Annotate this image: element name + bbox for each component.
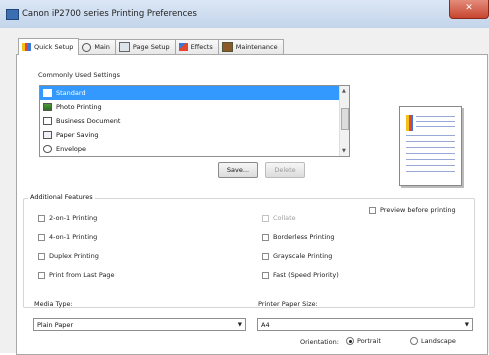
save-button[interactable]: Save...	[218, 162, 258, 178]
tab-quick-setup[interactable]: Quick Setup	[18, 38, 80, 55]
preview-text-line	[416, 116, 455, 117]
list-item-label: Business Document	[56, 117, 121, 125]
document-icon	[43, 117, 52, 125]
tab-label: Quick Setup	[34, 43, 74, 51]
printer-icon	[6, 9, 19, 20]
checkbox-label: Grayscale Printing	[273, 252, 333, 260]
list-item-envelope[interactable]: Envelope	[40, 142, 349, 156]
close-icon: ✕	[465, 3, 473, 13]
list-item-label: Photo Printing	[56, 103, 102, 111]
landscape-radio[interactable]: Landscape	[410, 337, 456, 345]
checkbox-box[interactable]	[262, 271, 269, 279]
paper-saving-icon	[43, 131, 52, 139]
list-item-label: Standard	[56, 89, 86, 97]
checkbox-collate[interactable]: Collate	[262, 214, 296, 222]
standard-icon	[43, 89, 52, 97]
portrait-radio[interactable]: Portrait	[346, 337, 381, 345]
scroll-up-icon[interactable]: ▲	[342, 88, 346, 94]
radio-label: Portrait	[357, 337, 381, 345]
checkbox-box[interactable]	[38, 252, 45, 260]
preview-text-line	[406, 153, 455, 154]
checkbox-grayscale[interactable]: Grayscale Printing	[262, 252, 332, 260]
radio-dot[interactable]	[346, 337, 354, 345]
list-item-label: Envelope	[56, 145, 86, 153]
checkbox-label: Borderless Printing	[273, 233, 335, 241]
radio-label: Landscape	[421, 337, 456, 345]
list-scrollbar[interactable]: ▲ ▼	[339, 86, 349, 156]
media-type-label: Media Type:	[34, 300, 73, 308]
tab-effects[interactable]: Effects	[174, 39, 219, 54]
tab-label: Page Setup	[132, 43, 170, 51]
main-icon	[82, 42, 92, 52]
list-item-paper-saving[interactable]: Paper Saving	[40, 128, 349, 142]
checkbox-label: Print from Last Page	[49, 271, 115, 279]
preview-text-line	[406, 141, 455, 142]
preview-text-line	[416, 121, 455, 122]
tab-main[interactable]: Main	[78, 39, 116, 54]
additional-features-title: Additional Features	[28, 193, 95, 201]
checkbox-label: Fast (Speed Priority)	[273, 271, 339, 279]
preview-text-line	[406, 165, 455, 166]
orientation-label: Orientation:	[300, 338, 339, 346]
tab-label: Effects	[190, 43, 213, 51]
preview-text-line	[406, 171, 455, 172]
scroll-thumb[interactable]	[341, 108, 349, 130]
list-item-photo[interactable]: Photo Printing	[40, 100, 349, 114]
preview-text-line	[406, 147, 455, 148]
paper-size-select[interactable]: A4 ▼	[257, 318, 473, 331]
tab-label: Main	[94, 43, 110, 51]
chevron-down-icon[interactable]: ▼	[465, 319, 469, 332]
dialog-body: Quick Setup Main Page Setup Effects Main…	[0, 28, 489, 355]
checkbox-box[interactable]	[262, 214, 269, 222]
envelope-icon	[43, 145, 52, 153]
checkbox-duplex[interactable]: Duplex Printing	[38, 252, 99, 260]
tab-strip: Quick Setup Main Page Setup Effects Main…	[18, 38, 284, 55]
maintenance-icon	[221, 42, 233, 52]
list-item-label: Paper Saving	[56, 131, 99, 139]
checkbox-label: Collate	[273, 214, 296, 222]
settings-label: Commonly Used Settings	[38, 71, 120, 79]
photo-icon	[43, 103, 52, 111]
checkbox-box[interactable]	[262, 252, 269, 260]
print-preview	[399, 106, 462, 186]
commonly-used-settings-list[interactable]: Standard Photo Printing Business Documen…	[39, 85, 350, 157]
checkbox-4on1[interactable]: 4-on-1 Printing	[38, 233, 97, 241]
window-title: Canon iP2700 series Printing Preferences	[22, 9, 197, 19]
paper-size-label: Printer Paper Size:	[258, 300, 318, 308]
preview-text-line	[416, 126, 455, 127]
radio-dot[interactable]	[410, 337, 418, 345]
delete-button[interactable]: Delete	[265, 162, 305, 178]
checkbox-print-last-page[interactable]: Print from Last Page	[38, 271, 115, 279]
checkbox-2on1[interactable]: 2-on-1 Printing	[38, 214, 97, 222]
list-item-standard[interactable]: Standard	[40, 86, 349, 100]
checkbox-box[interactable]	[38, 233, 45, 241]
checkbox-label: 4-on-1 Printing	[49, 233, 98, 241]
tab-maintenance[interactable]: Maintenance	[217, 39, 284, 54]
title-bar: Canon iP2700 series Printing Preferences…	[0, 0, 489, 29]
checkbox-box[interactable]	[38, 271, 45, 279]
effects-icon	[178, 43, 188, 51]
chevron-down-icon[interactable]: ▼	[238, 319, 242, 332]
checkbox-fast[interactable]: Fast (Speed Priority)	[262, 271, 339, 279]
list-item-business[interactable]: Business Document	[40, 114, 349, 128]
preview-image-blue	[411, 115, 413, 131]
close-button[interactable]: ✕	[449, 0, 489, 19]
tab-label: Maintenance	[235, 43, 278, 51]
tab-page-setup[interactable]: Page Setup	[114, 39, 176, 54]
additional-features-group: Additional Features 2-on-1 Printing 4-on…	[23, 193, 475, 308]
page-setup-icon	[118, 42, 130, 52]
checkbox-borderless[interactable]: Borderless Printing	[262, 233, 334, 241]
checkbox-label: Duplex Printing	[49, 252, 99, 260]
media-type-select[interactable]: Plain Paper ▼	[33, 318, 246, 331]
scroll-down-icon[interactable]: ▼	[342, 148, 346, 154]
preview-text-line	[406, 159, 455, 160]
paper-size-value: A4	[261, 321, 270, 329]
checkbox-box[interactable]	[262, 233, 269, 241]
preview-text-line	[406, 135, 455, 136]
quick-setup-icon	[22, 43, 31, 51]
media-type-value: Plain Paper	[37, 321, 74, 329]
checkbox-label: 2-on-1 Printing	[49, 214, 98, 222]
checkbox-box[interactable]	[38, 214, 45, 222]
